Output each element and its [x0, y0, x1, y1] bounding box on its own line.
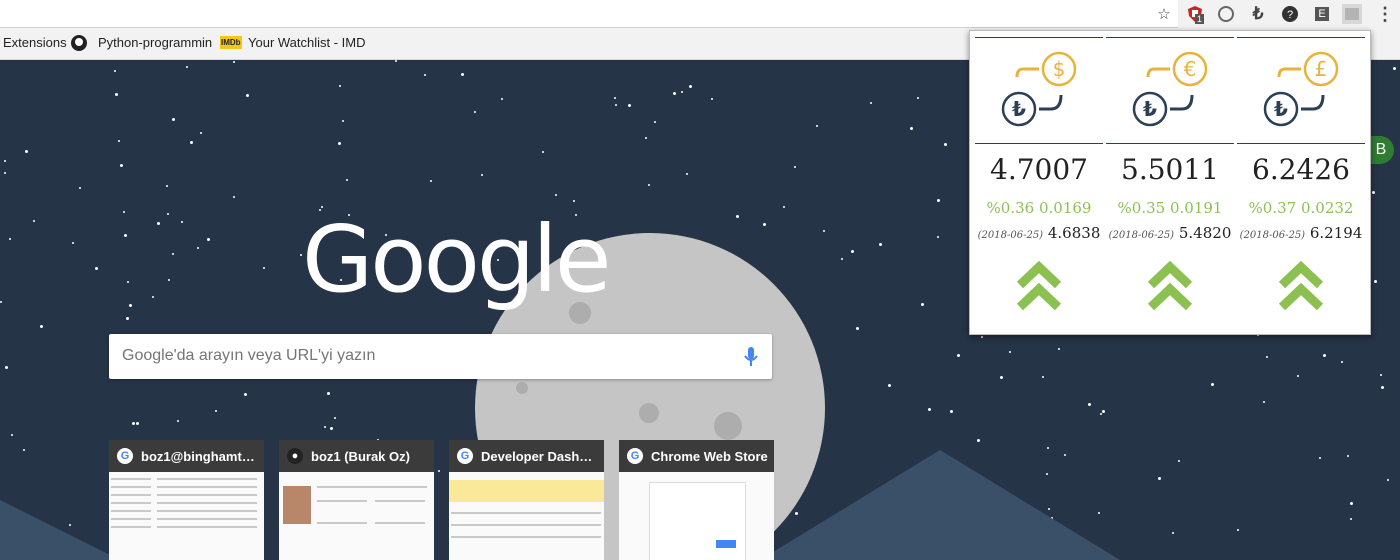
previous-rate: (2018-06-25) 4.6838 [975, 224, 1103, 242]
lira-to-euro-icon: € ₺ [1132, 51, 1208, 127]
exchange-extension-icon[interactable] [1342, 4, 1362, 24]
double-up-arrow-icon [1147, 260, 1193, 311]
ublock-extension-icon[interactable]: 1 [1185, 4, 1205, 24]
most-visited-tile[interactable]: Gboz1@binghamton.... [109, 440, 264, 560]
bookmark-python[interactable]: Python-programmin [98, 35, 212, 50]
svg-text:?: ? [1287, 9, 1293, 21]
google-favicon-icon: G [627, 448, 643, 464]
help-extension-icon[interactable]: ? [1280, 4, 1300, 24]
exchange-rate-popup: $ ₺ 4.7007 %0.36 0.0169 (2018-06-25) 4.6… [969, 30, 1371, 335]
address-bar[interactable] [0, 0, 1178, 28]
rate-change: %0.36 0.0169 [986, 199, 1092, 217]
google-logo: Google [302, 206, 611, 313]
rate-value: 6.2426 [1252, 153, 1350, 186]
bookmark-extensions[interactable]: Extensions [3, 35, 67, 50]
lira-extension-icon[interactable]: ₺ [1248, 4, 1268, 24]
search-input[interactable]: Google'da arayın veya URL'yi yazın [122, 347, 375, 365]
most-visited-tile[interactable]: ● boz1 (Burak Oz) [279, 440, 434, 560]
tile-title: Developer Dashboa... [481, 448, 599, 464]
imdb-icon: IMDb [220, 36, 242, 49]
previous-value: 6.2194 [1309, 224, 1363, 242]
divider [1106, 143, 1234, 144]
google-favicon-icon: G [117, 448, 133, 464]
previous-date: (2018-06-25) [977, 230, 1044, 241]
most-visited-tile[interactable]: G Developer Dashboa... [449, 440, 604, 560]
svg-text:₺: ₺ [1274, 97, 1288, 121]
currency-symbol: £ [1315, 57, 1328, 81]
rate-value: 4.7007 [990, 153, 1088, 186]
currency-column-gbp: £ ₺ 6.2426 %0.37 0.0232 (2018-06-25) 6.2… [1237, 37, 1365, 331]
divider [1237, 37, 1365, 38]
previous-rate: (2018-06-25) 5.4820 [1106, 224, 1234, 242]
extension-badge: 1 [1195, 14, 1205, 24]
bookmark-star-icon[interactable]: ☆ [1154, 4, 1174, 24]
double-up-arrow-icon [1278, 260, 1324, 311]
most-visited-tile[interactable]: G Chrome Web Store [619, 440, 774, 560]
tile-thumbnail [619, 472, 774, 560]
github-icon [70, 34, 88, 55]
divider [1106, 37, 1234, 38]
tile-title: boz1@binghamton.... [141, 448, 259, 464]
tile-thumbnail [279, 472, 434, 560]
github-favicon-icon: ● [287, 448, 303, 464]
rate-value: 5.5011 [1121, 153, 1219, 186]
tile-thumbnail [449, 472, 604, 560]
currency-column-usd: $ ₺ 4.7007 %0.36 0.0169 (2018-06-25) 4.6… [975, 37, 1103, 331]
tile-title: Chrome Web Store [651, 448, 768, 464]
google-favicon-icon: G [457, 448, 473, 464]
tile-title: boz1 (Burak Oz) [311, 448, 410, 464]
svg-text:₺: ₺ [1143, 97, 1157, 121]
rate-change: %0.37 0.0232 [1248, 199, 1354, 217]
svg-text:₺: ₺ [1012, 97, 1026, 121]
tile-thumbnail [109, 472, 264, 560]
previous-date: (2018-06-25) [1239, 230, 1306, 241]
double-up-arrow-icon [1016, 260, 1062, 311]
bookmark-watchlist[interactable]: Your Watchlist - IMD [248, 35, 366, 50]
browser-toolbar: ☆ 1 ₺ ? E ⋮ [0, 0, 1400, 28]
currency-symbol: € [1184, 57, 1197, 81]
circle-extension-icon[interactable] [1216, 4, 1236, 24]
divider [975, 37, 1103, 38]
microphone-icon[interactable] [743, 346, 759, 373]
previous-date: (2018-06-25) [1108, 230, 1175, 241]
divider [1237, 143, 1365, 144]
lira-to-pound-icon: £ ₺ [1263, 51, 1339, 127]
lira-to-dollar-icon: $ ₺ [1001, 51, 1077, 127]
currency-column-eur: € ₺ 5.5011 %0.35 0.0191 (2018-06-25) 5.4… [1106, 37, 1234, 331]
menu-kebab-icon[interactable]: ⋮ [1375, 4, 1395, 24]
divider [975, 143, 1103, 144]
previous-value: 4.6838 [1047, 224, 1101, 242]
rate-change: %0.35 0.0191 [1117, 199, 1223, 217]
currency-symbol: $ [1053, 57, 1066, 81]
previous-value: 5.4820 [1178, 224, 1232, 242]
previous-rate: (2018-06-25) 6.2194 [1237, 224, 1365, 242]
e-extension-icon[interactable]: E [1312, 4, 1332, 24]
search-box[interactable]: Google'da arayın veya URL'yi yazın [109, 334, 772, 379]
